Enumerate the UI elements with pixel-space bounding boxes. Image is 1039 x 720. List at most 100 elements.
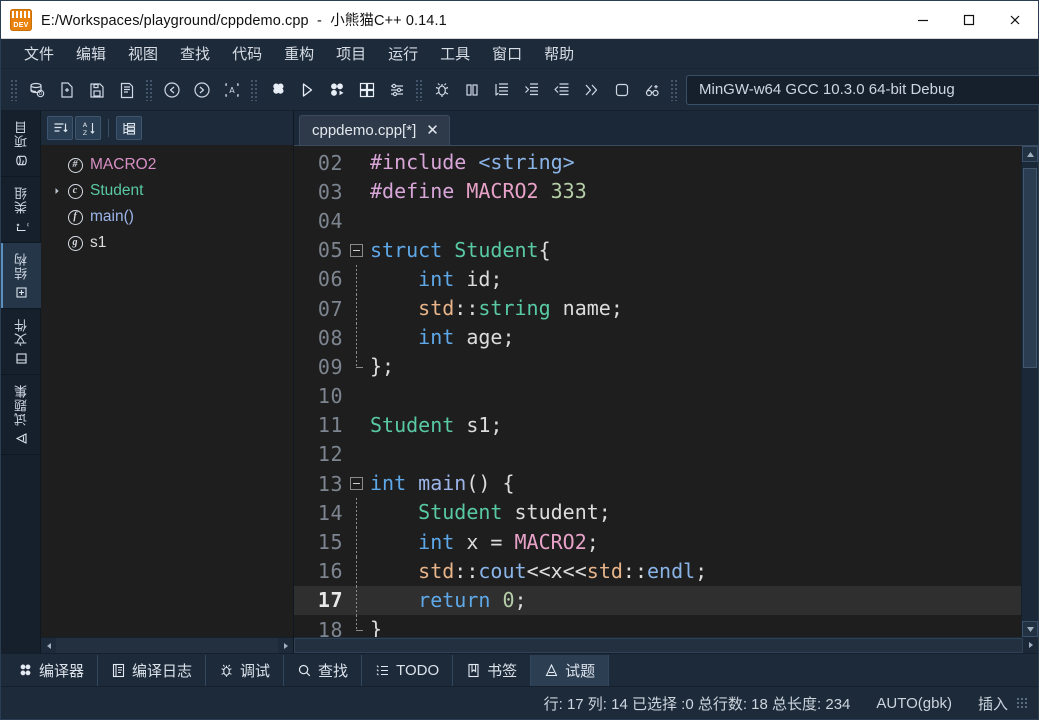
code-editor[interactable]: 02#include <string>03#define MACRO2 3330… (294, 146, 1021, 637)
tree-item[interactable]: gs1 (41, 230, 293, 256)
insert-mode-status[interactable]: 插入 (978, 693, 1008, 714)
code-line[interactable]: 15 int x = MACRO2; (294, 527, 1021, 556)
resize-grip[interactable] (1016, 697, 1028, 709)
code-line[interactable]: 12 (294, 440, 1021, 469)
compile-icon[interactable] (263, 76, 291, 104)
tree-item[interactable]: cStudent (41, 178, 293, 204)
run-icon[interactable] (293, 76, 321, 104)
new-project-icon[interactable]: D (23, 76, 51, 104)
scroll-right-icon[interactable] (278, 638, 293, 653)
menu-item-6[interactable]: 项目 (325, 40, 377, 67)
toolbar-grip[interactable] (10, 79, 19, 101)
menu-item-0[interactable]: 文件 (13, 40, 65, 67)
panel-horizontal-scrollbar[interactable] (41, 637, 293, 653)
vscroll-track[interactable] (1022, 162, 1038, 621)
bottom-tab-4[interactable]: TODO (362, 655, 453, 686)
menu-item-7[interactable]: 运行 (377, 40, 429, 67)
encoding-status[interactable]: AUTO(gbk) (876, 695, 952, 712)
sort-az-icon[interactable]: A Z (75, 116, 101, 140)
bottom-tab-6[interactable]: 试题 (531, 655, 609, 686)
hierarchy-icon[interactable] (116, 116, 142, 140)
code-line[interactable]: 16 std::cout<<x<<std::endl; (294, 557, 1021, 586)
compile-run-icon[interactable] (323, 76, 351, 104)
bottom-tab-0[interactable]: 编译器 (5, 655, 98, 686)
new-file-icon[interactable] (53, 76, 81, 104)
menu-item-8[interactable]: 工具 (429, 40, 481, 67)
menu-item-9[interactable]: 窗口 (481, 40, 533, 67)
rail-tab-4[interactable]: 试题集 (1, 375, 41, 455)
undo-icon[interactable] (158, 76, 186, 104)
editor-vertical-scrollbar[interactable] (1021, 146, 1038, 637)
editor-horizontal-scrollbar[interactable] (294, 637, 1038, 653)
tree-item[interactable]: #MACRO2 (41, 152, 293, 178)
panel-hscroll-track[interactable] (56, 638, 278, 653)
maximize-button[interactable] (946, 1, 992, 39)
code-line[interactable]: 14 Student student; (294, 498, 1021, 527)
editor-tab-cppdemo[interactable]: cppdemo.cpp[*] ✕ (299, 115, 450, 145)
line-number: 08 (294, 326, 350, 350)
close-button[interactable] (992, 1, 1038, 39)
code-line[interactable]: 09}; (294, 352, 1021, 381)
menu-item-5[interactable]: 重构 (273, 40, 325, 67)
code-line[interactable]: 06 int id; (294, 265, 1021, 294)
editor-hscroll-track[interactable] (294, 638, 1023, 653)
fold-end (350, 615, 370, 637)
code-line[interactable]: 07 std::string name; (294, 294, 1021, 323)
vscroll-thumb[interactable] (1023, 168, 1037, 368)
options-icon[interactable] (383, 76, 411, 104)
code-line[interactable]: 08 int age; (294, 323, 1021, 352)
run-to-cursor-icon[interactable] (578, 76, 606, 104)
rail-tab-0[interactable]: 项目 (1, 111, 41, 177)
code-line[interactable]: 11Student s1; (294, 411, 1021, 440)
toolbar-grip-5[interactable] (670, 79, 679, 101)
pause-icon[interactable] (458, 76, 486, 104)
code-line[interactable]: 05struct Student{ (294, 236, 1021, 265)
menu-item-4[interactable]: 代码 (221, 40, 273, 67)
code-line[interactable]: 03#define MACRO2 333 (294, 177, 1021, 206)
tree-item[interactable]: fmain() (41, 204, 293, 230)
save-as-icon[interactable] (113, 76, 141, 104)
fold-toggle-icon[interactable] (350, 236, 370, 265)
step-out-icon[interactable] (548, 76, 576, 104)
editor-scroll-right-icon[interactable] (1023, 638, 1038, 653)
fold-toggle-icon[interactable] (350, 469, 370, 498)
toolbar-grip-3[interactable] (250, 79, 259, 101)
bottom-tab-1[interactable]: 编译日志 (98, 655, 206, 686)
code-line[interactable]: 18} (294, 615, 1021, 637)
chevron-right-icon[interactable] (49, 187, 65, 195)
menu-item-1[interactable]: 编辑 (65, 40, 117, 67)
save-icon[interactable] (83, 76, 111, 104)
code-line[interactable]: 02#include <string> (294, 148, 1021, 177)
toolbar-grip-4[interactable] (415, 79, 424, 101)
select-all-icon[interactable]: A (218, 76, 246, 104)
compiler-set-dropdown[interactable]: MinGW-w64 GCC 10.3.0 64-bit Debug ▼ (686, 75, 1039, 105)
close-icon[interactable]: ✕ (424, 123, 441, 138)
code-line[interactable]: 10 (294, 382, 1021, 411)
scroll-up-icon[interactable] (1022, 146, 1038, 162)
stop-icon[interactable] (608, 76, 636, 104)
add-watch-icon[interactable] (638, 76, 666, 104)
step-into-icon[interactable] (518, 76, 546, 104)
minimize-button[interactable] (900, 1, 946, 39)
code-line[interactable]: 04 (294, 206, 1021, 235)
code-line[interactable]: 17 return 0; (294, 586, 1021, 615)
sort-list-icon[interactable] (47, 116, 73, 140)
redo-icon[interactable] (188, 76, 216, 104)
toolbar-grip-2[interactable] (145, 79, 154, 101)
code-line[interactable]: 13int main() { (294, 469, 1021, 498)
rail-tab-3[interactable]: 文件 (1, 309, 41, 375)
svg-text:D: D (39, 91, 42, 96)
bottom-tab-5[interactable]: 书签 (453, 655, 531, 686)
scroll-left-icon[interactable] (41, 638, 56, 653)
step-over-icon[interactable] (488, 76, 516, 104)
bottom-tab-3[interactable]: 查找 (284, 655, 362, 686)
menu-item-2[interactable]: 视图 (117, 40, 169, 67)
menu-item-10[interactable]: 帮助 (533, 40, 585, 67)
scroll-down-icon[interactable] (1022, 621, 1038, 637)
bottom-tab-2[interactable]: 调试 (206, 655, 284, 686)
menu-item-3[interactable]: 查找 (169, 40, 221, 67)
rail-tab-2[interactable]: 结构 (1, 243, 41, 309)
debug-icon[interactable] (428, 76, 456, 104)
rebuild-icon[interactable] (353, 76, 381, 104)
rail-tab-1[interactable]: B类组 (1, 177, 41, 243)
